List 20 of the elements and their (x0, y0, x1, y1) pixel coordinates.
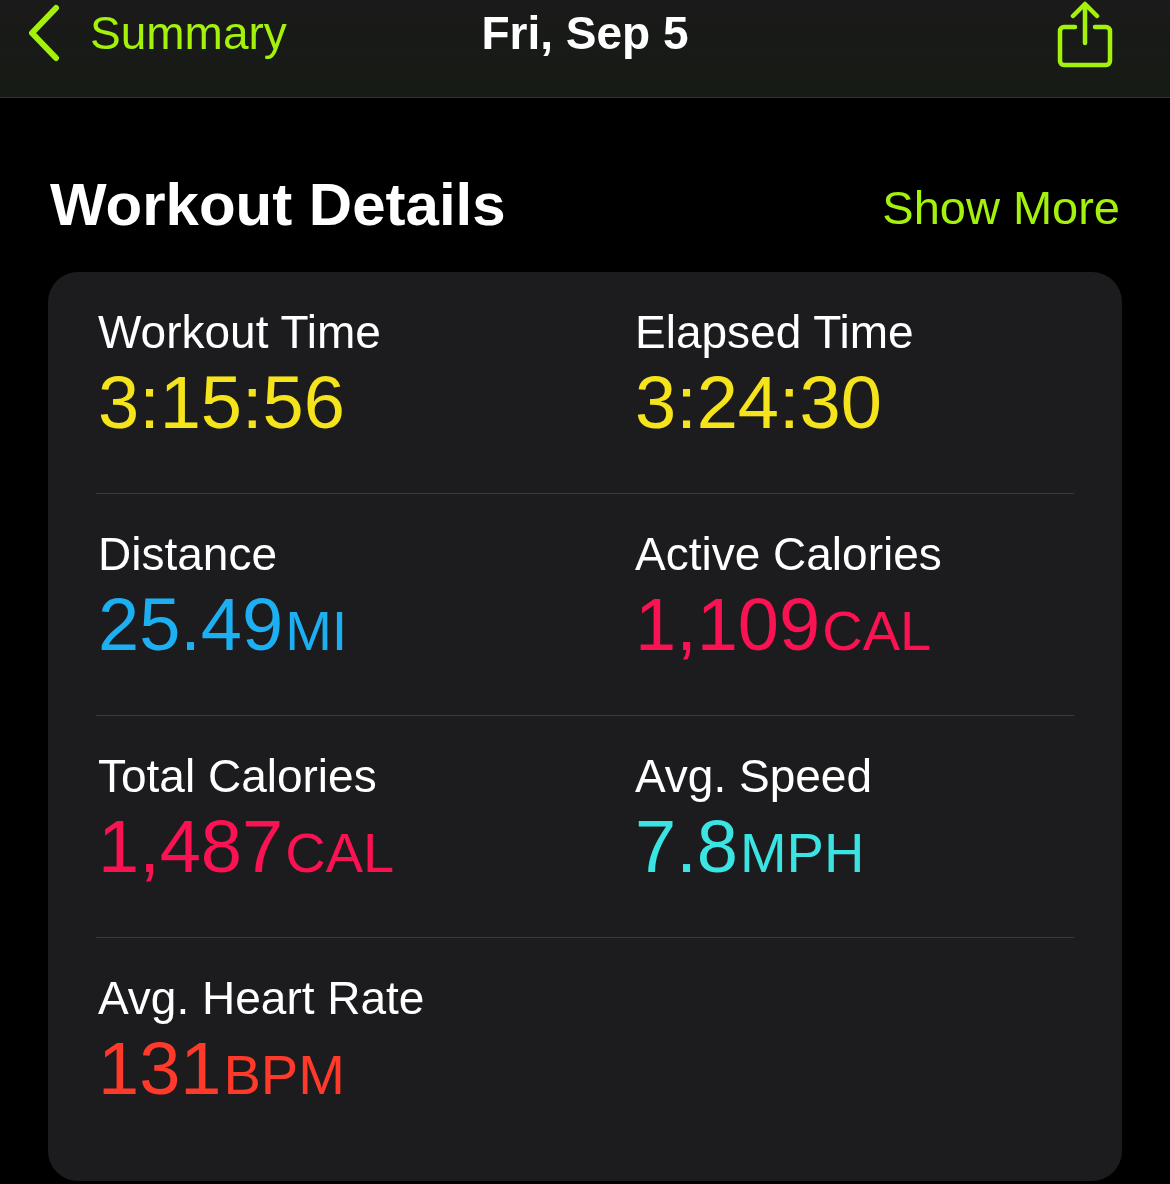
nav-title: Fri, Sep 5 (481, 6, 689, 61)
metric-label: Distance (98, 528, 278, 580)
metric-value: 1,109CAL (635, 582, 932, 668)
metric-value: 7.8MPH (635, 804, 865, 890)
back-button[interactable]: Summary (26, 4, 287, 62)
section-title: Workout Details (50, 170, 506, 240)
metric-value: 131BPM (98, 1026, 345, 1112)
metric-label: Workout Time (98, 306, 382, 358)
share-icon[interactable] (1056, 1, 1114, 69)
metric-label: Avg. Speed (635, 750, 873, 802)
metric-label: Avg. Heart Rate (98, 972, 426, 1024)
show-more-link[interactable]: Show More (882, 178, 1120, 240)
metric-label: Active Calories (635, 528, 943, 580)
metric-value: 3:24:30 (635, 360, 882, 446)
metric-value: 1,487CAL (98, 804, 395, 890)
back-icon (26, 4, 62, 62)
metric-label: Elapsed Time (635, 306, 915, 358)
metric-value: 25.49MI (98, 582, 348, 668)
metric-value: 3:15:56 (98, 360, 345, 446)
metric-label: Total Calories (98, 750, 378, 802)
